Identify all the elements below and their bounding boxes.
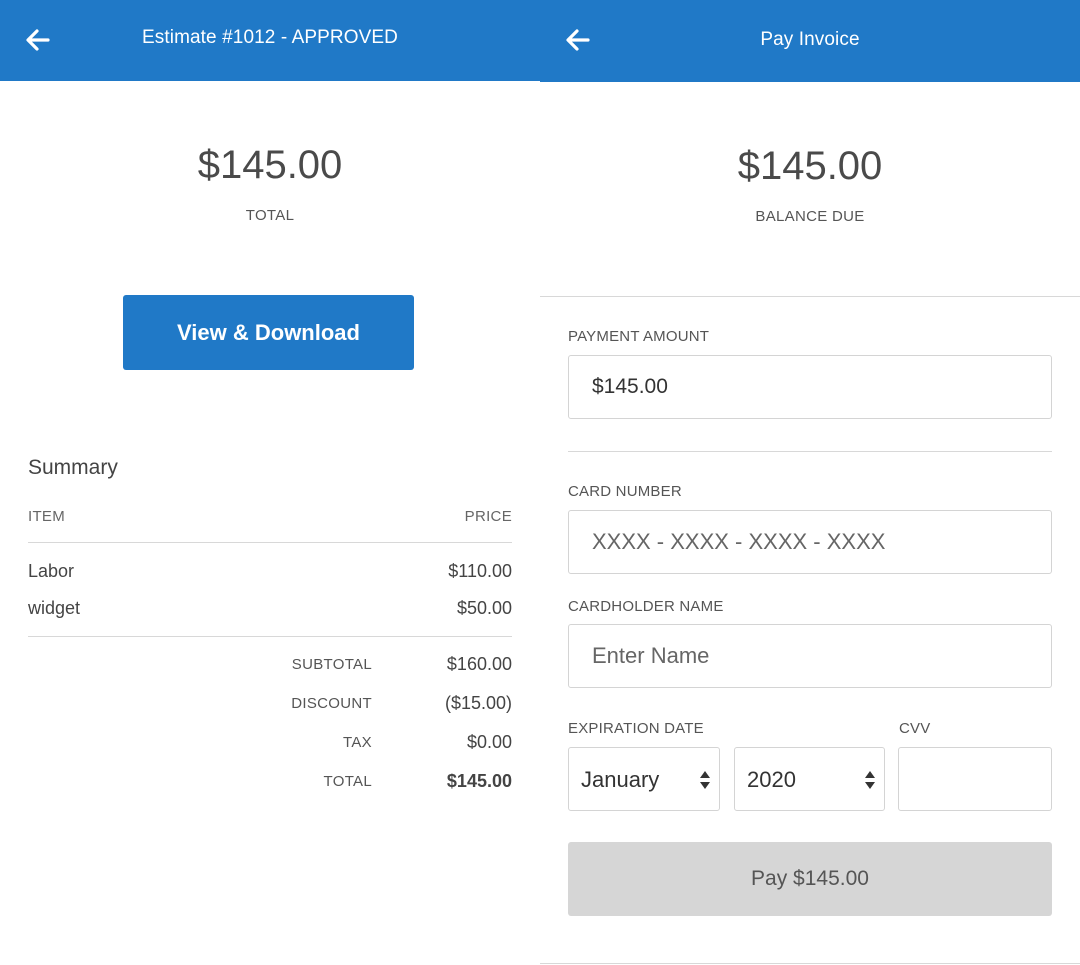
total-caption: TOTAL: [245, 207, 295, 224]
tax-value: $0.00: [466, 732, 512, 752]
header-bar: Pay Invoice: [540, 0, 1080, 82]
pay-invoice-screen: Pay Invoice $145.00 BALANCE DUE PAYMENT …: [540, 0, 1080, 965]
discount-label: DISCOUNT: [291, 695, 372, 712]
line-item-name: Labor: [28, 561, 75, 581]
expiration-date-label: EXPIRATION DATE: [568, 720, 704, 737]
card-number-label: CARD NUMBER: [568, 483, 682, 500]
view-download-button[interactable]: View & Download: [123, 295, 414, 370]
payment-amount-label: PAYMENT AMOUNT: [568, 328, 710, 345]
balance-caption: BALANCE DUE: [755, 208, 865, 225]
pay-button[interactable]: Pay $145.00: [568, 842, 1052, 916]
cardholder-name-input[interactable]: [569, 625, 1051, 687]
header-bar: Estimate #1012 - APPROVED: [0, 0, 540, 81]
expiration-month-value: January: [581, 767, 660, 792]
cvv-input[interactable]: [899, 748, 1051, 810]
balance-amount: $145.00: [737, 144, 883, 188]
estimate-screen: Estimate #1012 - APPROVED $145.00 TOTAL …: [0, 0, 540, 965]
card-number-field[interactable]: [568, 510, 1052, 574]
total-amount: $145.00: [197, 143, 343, 187]
subtotal-value: $160.00: [446, 654, 512, 674]
payment-amount-field[interactable]: [568, 355, 1052, 419]
select-arrows-icon: [865, 771, 875, 789]
expiration-year-value: 2020: [747, 767, 796, 792]
total-value: $145.00: [446, 771, 512, 791]
column-header-item: ITEM: [28, 508, 66, 525]
total-label: TOTAL: [323, 773, 372, 790]
cvv-label: CVV: [899, 720, 931, 737]
cardholder-name-label: CARDHOLDER NAME: [568, 598, 724, 615]
cvv-field[interactable]: [898, 747, 1052, 811]
card-number-input[interactable]: [569, 511, 1051, 573]
subtotal-label: SUBTOTAL: [291, 656, 372, 673]
page-title: Estimate #1012 - APPROVED: [142, 27, 398, 48]
line-item-price: $110.00: [448, 561, 512, 581]
payment-amount-input[interactable]: [569, 356, 1051, 418]
expiration-month-select[interactable]: January: [568, 747, 720, 811]
divider: [540, 296, 1080, 297]
line-item-price: $50.00: [456, 598, 512, 618]
line-item-name: widget: [28, 598, 81, 618]
divider: [568, 451, 1052, 452]
page-title: Pay Invoice: [760, 29, 860, 50]
summary-title: Summary: [28, 456, 118, 479]
expiration-year-select[interactable]: 2020: [734, 747, 885, 811]
cardholder-name-field[interactable]: [568, 624, 1052, 688]
discount-value: ($15.00): [444, 693, 512, 713]
divider: [540, 963, 1080, 964]
tax-label: TAX: [343, 734, 372, 751]
divider: [28, 542, 512, 543]
column-header-price: PRICE: [464, 508, 512, 525]
select-arrows-icon: [700, 771, 710, 789]
divider: [28, 636, 512, 637]
